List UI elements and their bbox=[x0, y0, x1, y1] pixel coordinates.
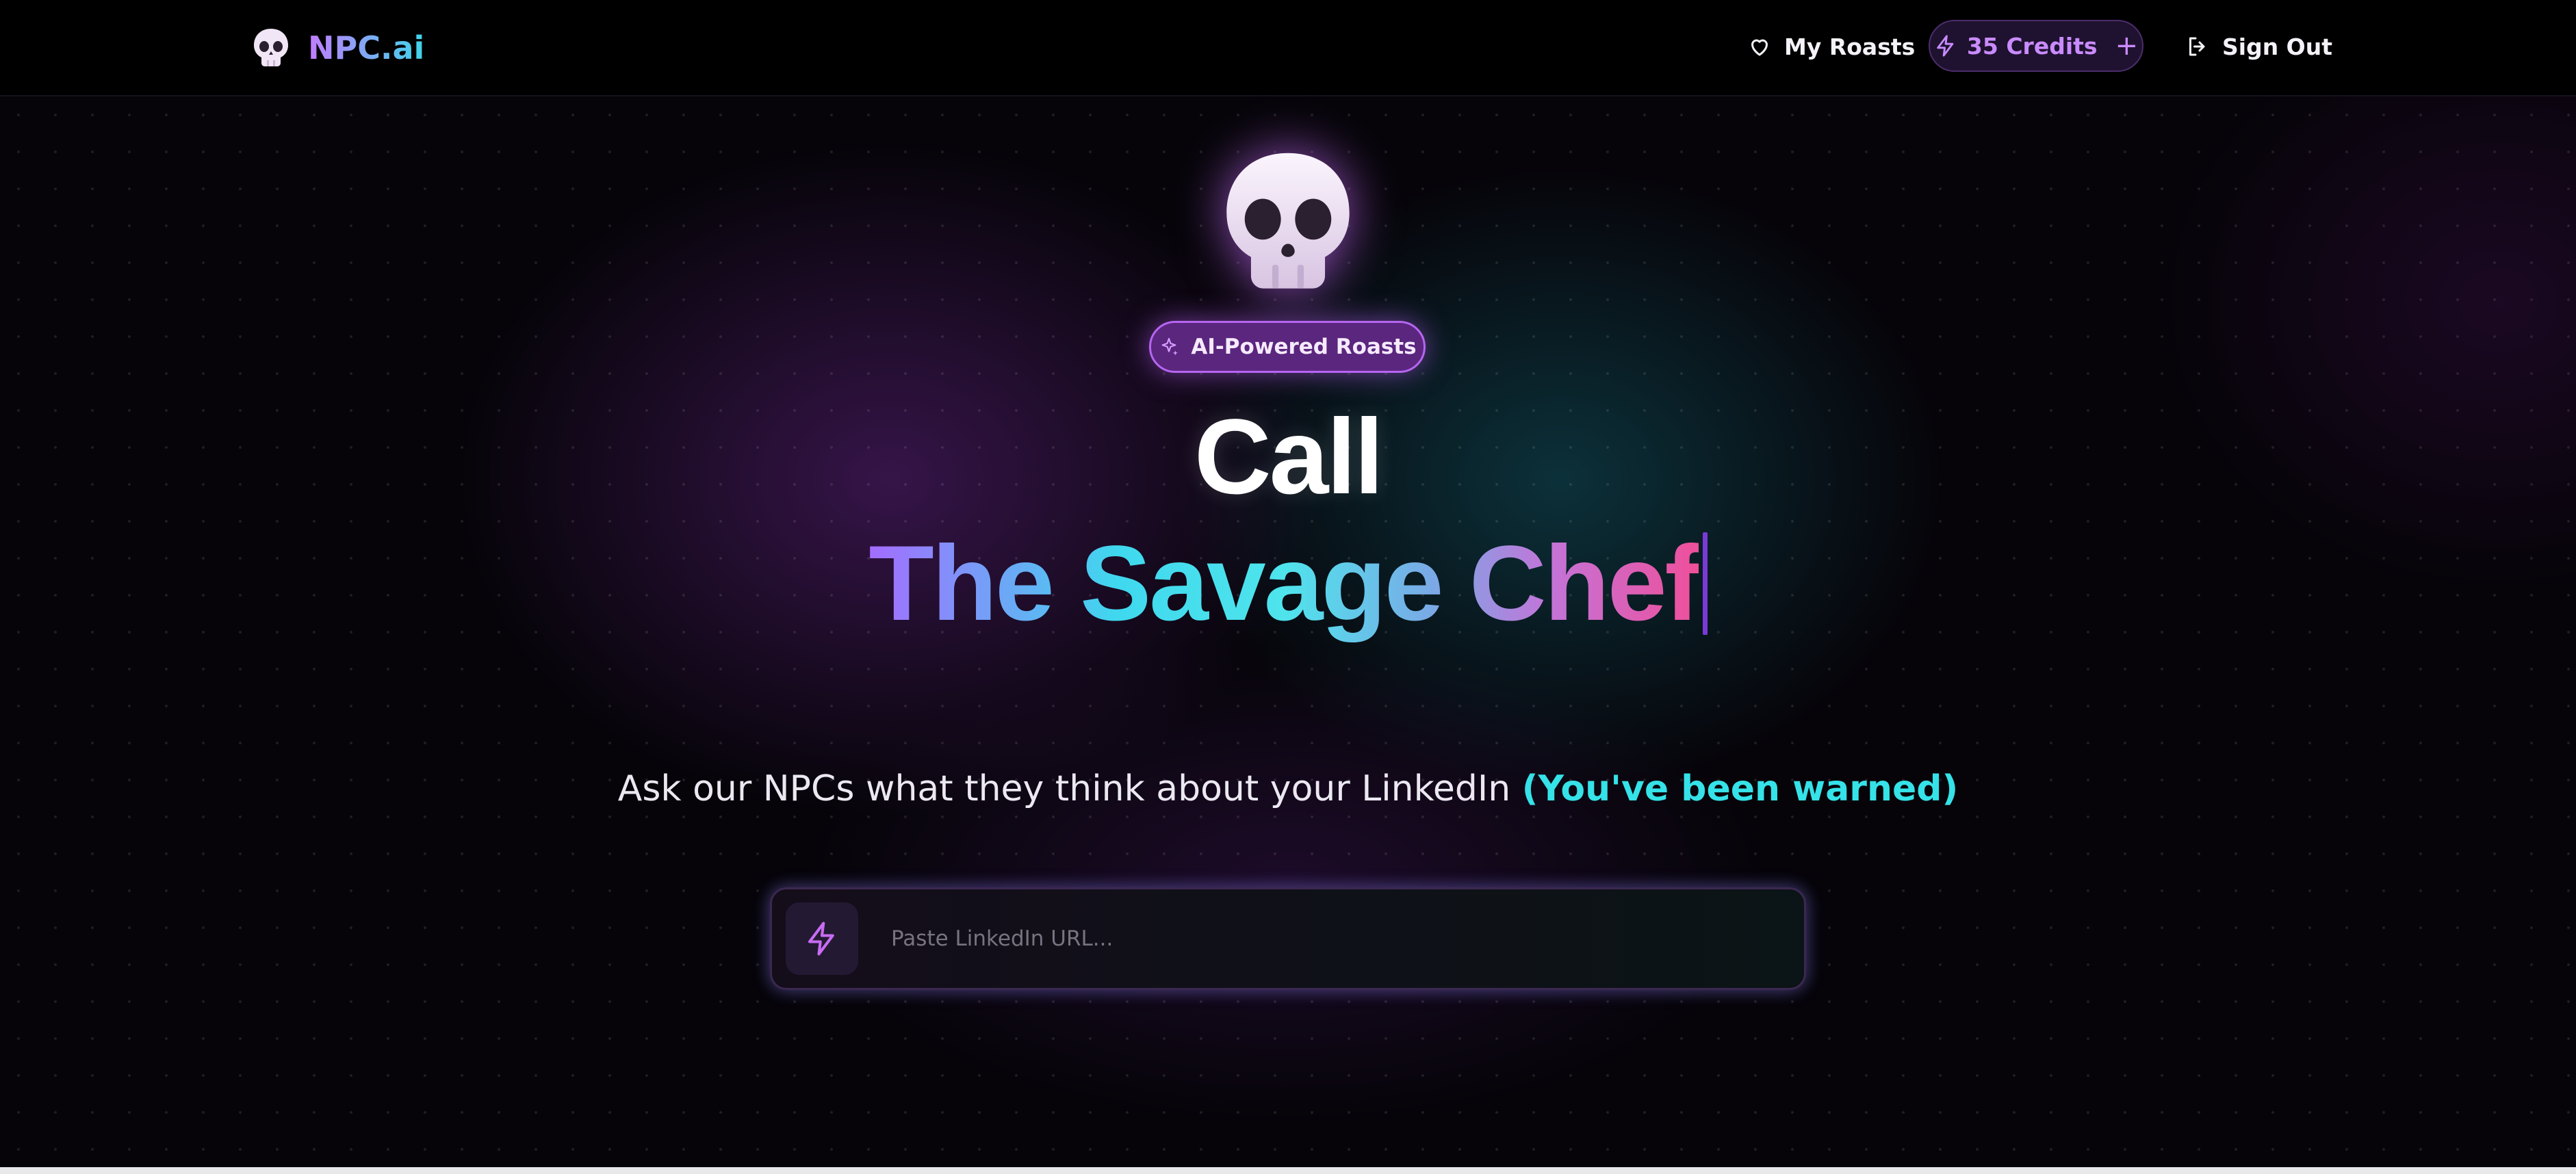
bottom-edge-strip bbox=[0, 1167, 2576, 1174]
sign-out-icon bbox=[2189, 37, 2205, 56]
skull-icon bbox=[1226, 153, 1350, 289]
hero-skull bbox=[1199, 137, 1377, 308]
heart-icon bbox=[1751, 39, 1768, 56]
typing-caret bbox=[1702, 532, 1708, 635]
brand-name: NPC.ai bbox=[308, 29, 425, 66]
lightning-icon bbox=[1937, 35, 1954, 57]
headline-line-2: The Savage Chef bbox=[0, 512, 2576, 655]
brand-logo-link[interactable]: NPC.ai bbox=[249, 25, 424, 71]
ai-powered-badge: AI-Powered Roasts bbox=[1149, 321, 1426, 373]
lightning-icon bbox=[808, 922, 834, 956]
my-roasts-label: My Roasts bbox=[1784, 33, 1916, 60]
roast-submit-button[interactable] bbox=[786, 902, 858, 975]
plus-icon[interactable]: + bbox=[2115, 32, 2139, 60]
linkedin-url-form bbox=[770, 887, 1806, 990]
top-navigation-bar: NPC.ai My Roasts 35 Credits + Sign Out bbox=[0, 0, 2576, 96]
headline-line-1: Call bbox=[1194, 397, 1384, 517]
sign-out-button[interactable]: Sign Out bbox=[2185, 27, 2332, 66]
badge-label: AI-Powered Roasts bbox=[1191, 335, 1417, 359]
credits-button[interactable]: 35 Credits + bbox=[1929, 20, 2143, 72]
linkedin-url-input[interactable] bbox=[890, 911, 1804, 967]
hero-subtitle: Ask our NPCs what they think about your … bbox=[0, 765, 2576, 813]
sparkle-icon bbox=[1162, 337, 1178, 356]
credits-count: 35 Credits bbox=[1966, 32, 2098, 60]
sign-out-label: Sign Out bbox=[2222, 33, 2333, 60]
subtitle-warning: (You've been warned) bbox=[1521, 768, 1959, 809]
headline-role-text: The Savage Chef bbox=[868, 519, 1700, 649]
skull-logo-icon bbox=[254, 29, 288, 66]
my-roasts-link[interactable]: My Roasts bbox=[1747, 27, 1915, 66]
subtitle-text: Ask our NPCs what they think about your … bbox=[617, 768, 1511, 809]
